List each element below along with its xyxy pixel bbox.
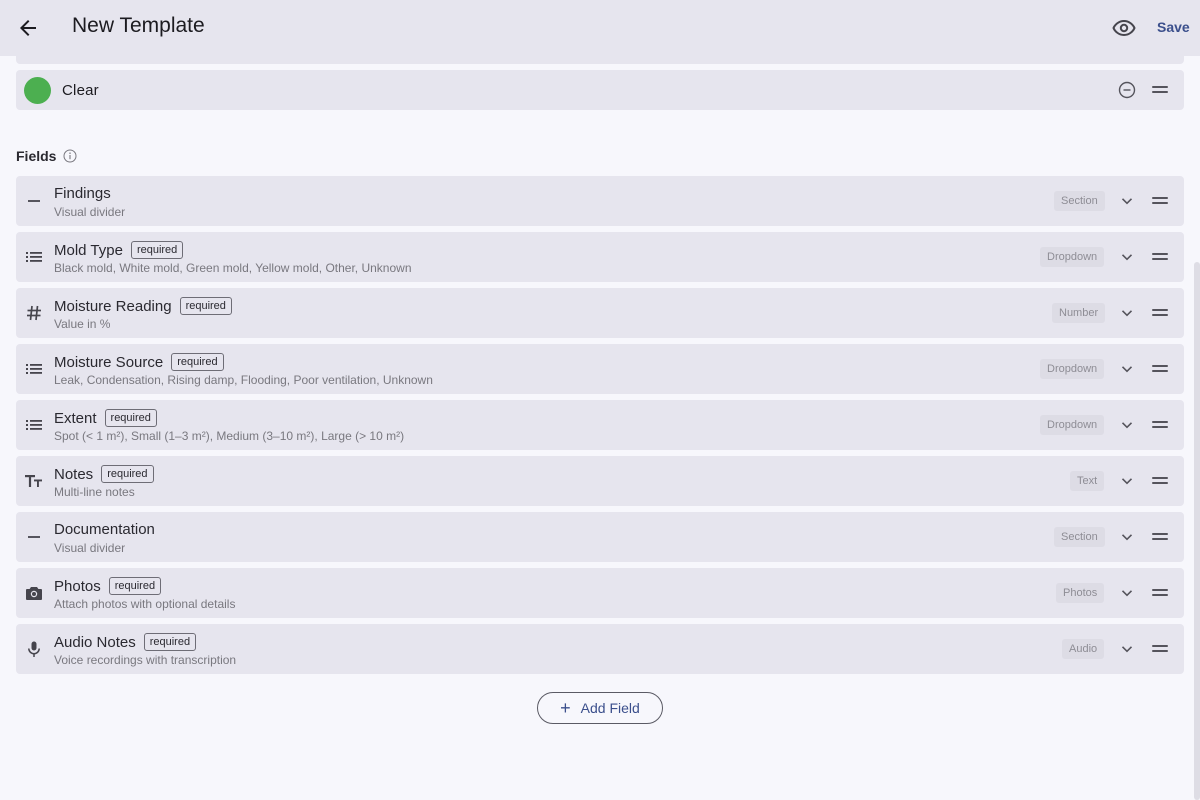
field-title: Moisture Source (54, 353, 164, 371)
drag-handle-icon[interactable] (1152, 589, 1168, 597)
field-title: Findings (54, 185, 111, 202)
field-title: Documentation (54, 521, 155, 538)
required-badge: required (101, 465, 154, 483)
field-title: Extent (54, 409, 97, 427)
field-title-row: Photos required (54, 577, 162, 595)
add-field-button[interactable]: + Add Field (537, 692, 663, 724)
expand-chevron-icon[interactable] (1120, 194, 1134, 208)
field-title-row: Audio Notes required (54, 633, 197, 651)
field-type-chip: Dropdown (1040, 247, 1105, 267)
field-subtitle: Black mold, White mold, Green mold, Yell… (54, 261, 412, 275)
list-icon (24, 359, 44, 379)
field-type-chip: Number (1052, 303, 1106, 323)
remove-circle-icon[interactable] (1118, 81, 1136, 99)
field-title-row: Documentation (54, 521, 155, 538)
expand-chevron-icon[interactable] (1120, 418, 1134, 432)
scrollbar[interactable] (1194, 262, 1200, 800)
field-subtitle: Visual divider (54, 205, 126, 219)
field-item[interactable]: Mold Type required Black mold, White mold,… (16, 232, 1184, 282)
drag-handle-icon[interactable] (1152, 421, 1168, 429)
required-badge: required (104, 409, 157, 427)
field-title: Moisture Reading (54, 297, 172, 315)
drag-handle-icon[interactable] (1152, 533, 1168, 541)
fields-section-label: Fields (16, 148, 57, 164)
field-item[interactable]: Extent required Spot (< 1 m²), Small (1–3 … (16, 400, 1184, 450)
status-label: Clear (62, 82, 99, 99)
list-icon (24, 247, 44, 267)
field-title-row: Notes required (54, 465, 154, 483)
status-color-dot[interactable] (24, 77, 51, 104)
expand-chevron-icon[interactable] (1120, 642, 1134, 656)
field-title: Mold Type (54, 241, 123, 259)
field-item[interactable]: Moisture Source required Leak, Condensatio… (16, 344, 1184, 394)
text-icon (24, 471, 44, 491)
field-title-row: Moisture Source required (54, 353, 224, 371)
preview-eye-icon[interactable] (1112, 16, 1136, 40)
required-badge: required (179, 297, 232, 315)
back-arrow-icon[interactable] (16, 16, 40, 40)
drag-handle-icon[interactable] (1152, 309, 1168, 317)
field-title: Notes (54, 465, 94, 483)
camera-icon (24, 583, 44, 603)
field-title-row: Extent required (54, 409, 157, 427)
field-item[interactable]: Findings Visual divider Section (16, 176, 1184, 226)
field-item[interactable]: Documentation Visual divider Section (16, 512, 1184, 562)
app-bar: New Template Save (0, 0, 1200, 56)
field-subtitle: Attach photos with optional details (54, 597, 236, 611)
field-title: Photos (54, 577, 101, 595)
required-badge: required (143, 633, 197, 651)
section-divider-icon (24, 191, 44, 211)
save-button[interactable]: Save (1157, 19, 1190, 35)
info-icon[interactable] (63, 149, 77, 163)
field-title-row: Findings (54, 185, 111, 202)
drag-handle-icon[interactable] (1152, 253, 1168, 261)
add-field-label: Add Field (580, 700, 640, 716)
drag-handle-icon[interactable] (1152, 86, 1168, 94)
field-subtitle: Voice recordings with transcription (54, 653, 237, 667)
drag-handle-icon[interactable] (1152, 365, 1168, 373)
field-type-chip: Text (1070, 471, 1105, 491)
field-type-chip: Section (1054, 527, 1105, 547)
required-badge: required (108, 577, 162, 595)
drag-handle-icon[interactable] (1152, 477, 1168, 485)
hash-icon (24, 303, 44, 323)
expand-chevron-icon[interactable] (1120, 474, 1134, 488)
field-item[interactable]: Audio Notes required Voice recordings with… (16, 624, 1184, 674)
field-item[interactable]: Notes required Multi-line notes Text (16, 456, 1184, 506)
microphone-icon (24, 639, 44, 659)
drag-handle-icon[interactable] (1152, 197, 1168, 205)
expand-chevron-icon[interactable] (1120, 250, 1134, 264)
field-type-chip: Audio (1062, 639, 1105, 659)
field-subtitle: Visual divider (54, 541, 126, 555)
section-divider-icon (24, 527, 44, 547)
expand-chevron-icon[interactable] (1120, 362, 1134, 376)
list-icon (24, 415, 44, 435)
field-item[interactable]: Moisture Reading required Value in % Number (16, 288, 1184, 338)
field-type-chip: Photos (1056, 583, 1105, 603)
field-title-row: Moisture Reading required (54, 297, 232, 315)
template-editor-page: New Template Save Clear Fields Findings V… (0, 0, 1200, 800)
field-title: Audio Notes (54, 633, 136, 651)
field-item[interactable]: Photos required Attach photos with optiona… (16, 568, 1184, 618)
field-type-chip: Dropdown (1040, 415, 1105, 435)
required-badge: required (130, 241, 184, 259)
status-item[interactable]: Clear (16, 70, 1184, 110)
field-subtitle: Multi-line notes (54, 485, 135, 499)
required-badge: required (171, 353, 224, 371)
field-type-chip: Section (1054, 191, 1105, 211)
drag-handle-icon[interactable] (1152, 645, 1168, 653)
plus-icon: + (560, 698, 571, 718)
expand-chevron-icon[interactable] (1120, 530, 1134, 544)
field-subtitle: Value in % (54, 317, 111, 331)
expand-chevron-icon[interactable] (1120, 306, 1134, 320)
field-title-row: Mold Type required (54, 241, 184, 259)
page-title: New Template (72, 14, 205, 37)
field-subtitle: Spot (< 1 m²), Small (1–3 m²), Medium (3… (54, 429, 405, 443)
field-type-chip: Dropdown (1040, 359, 1105, 379)
expand-chevron-icon[interactable] (1120, 586, 1134, 600)
field-subtitle: Leak, Condensation, Rising damp, Floodin… (54, 373, 433, 387)
